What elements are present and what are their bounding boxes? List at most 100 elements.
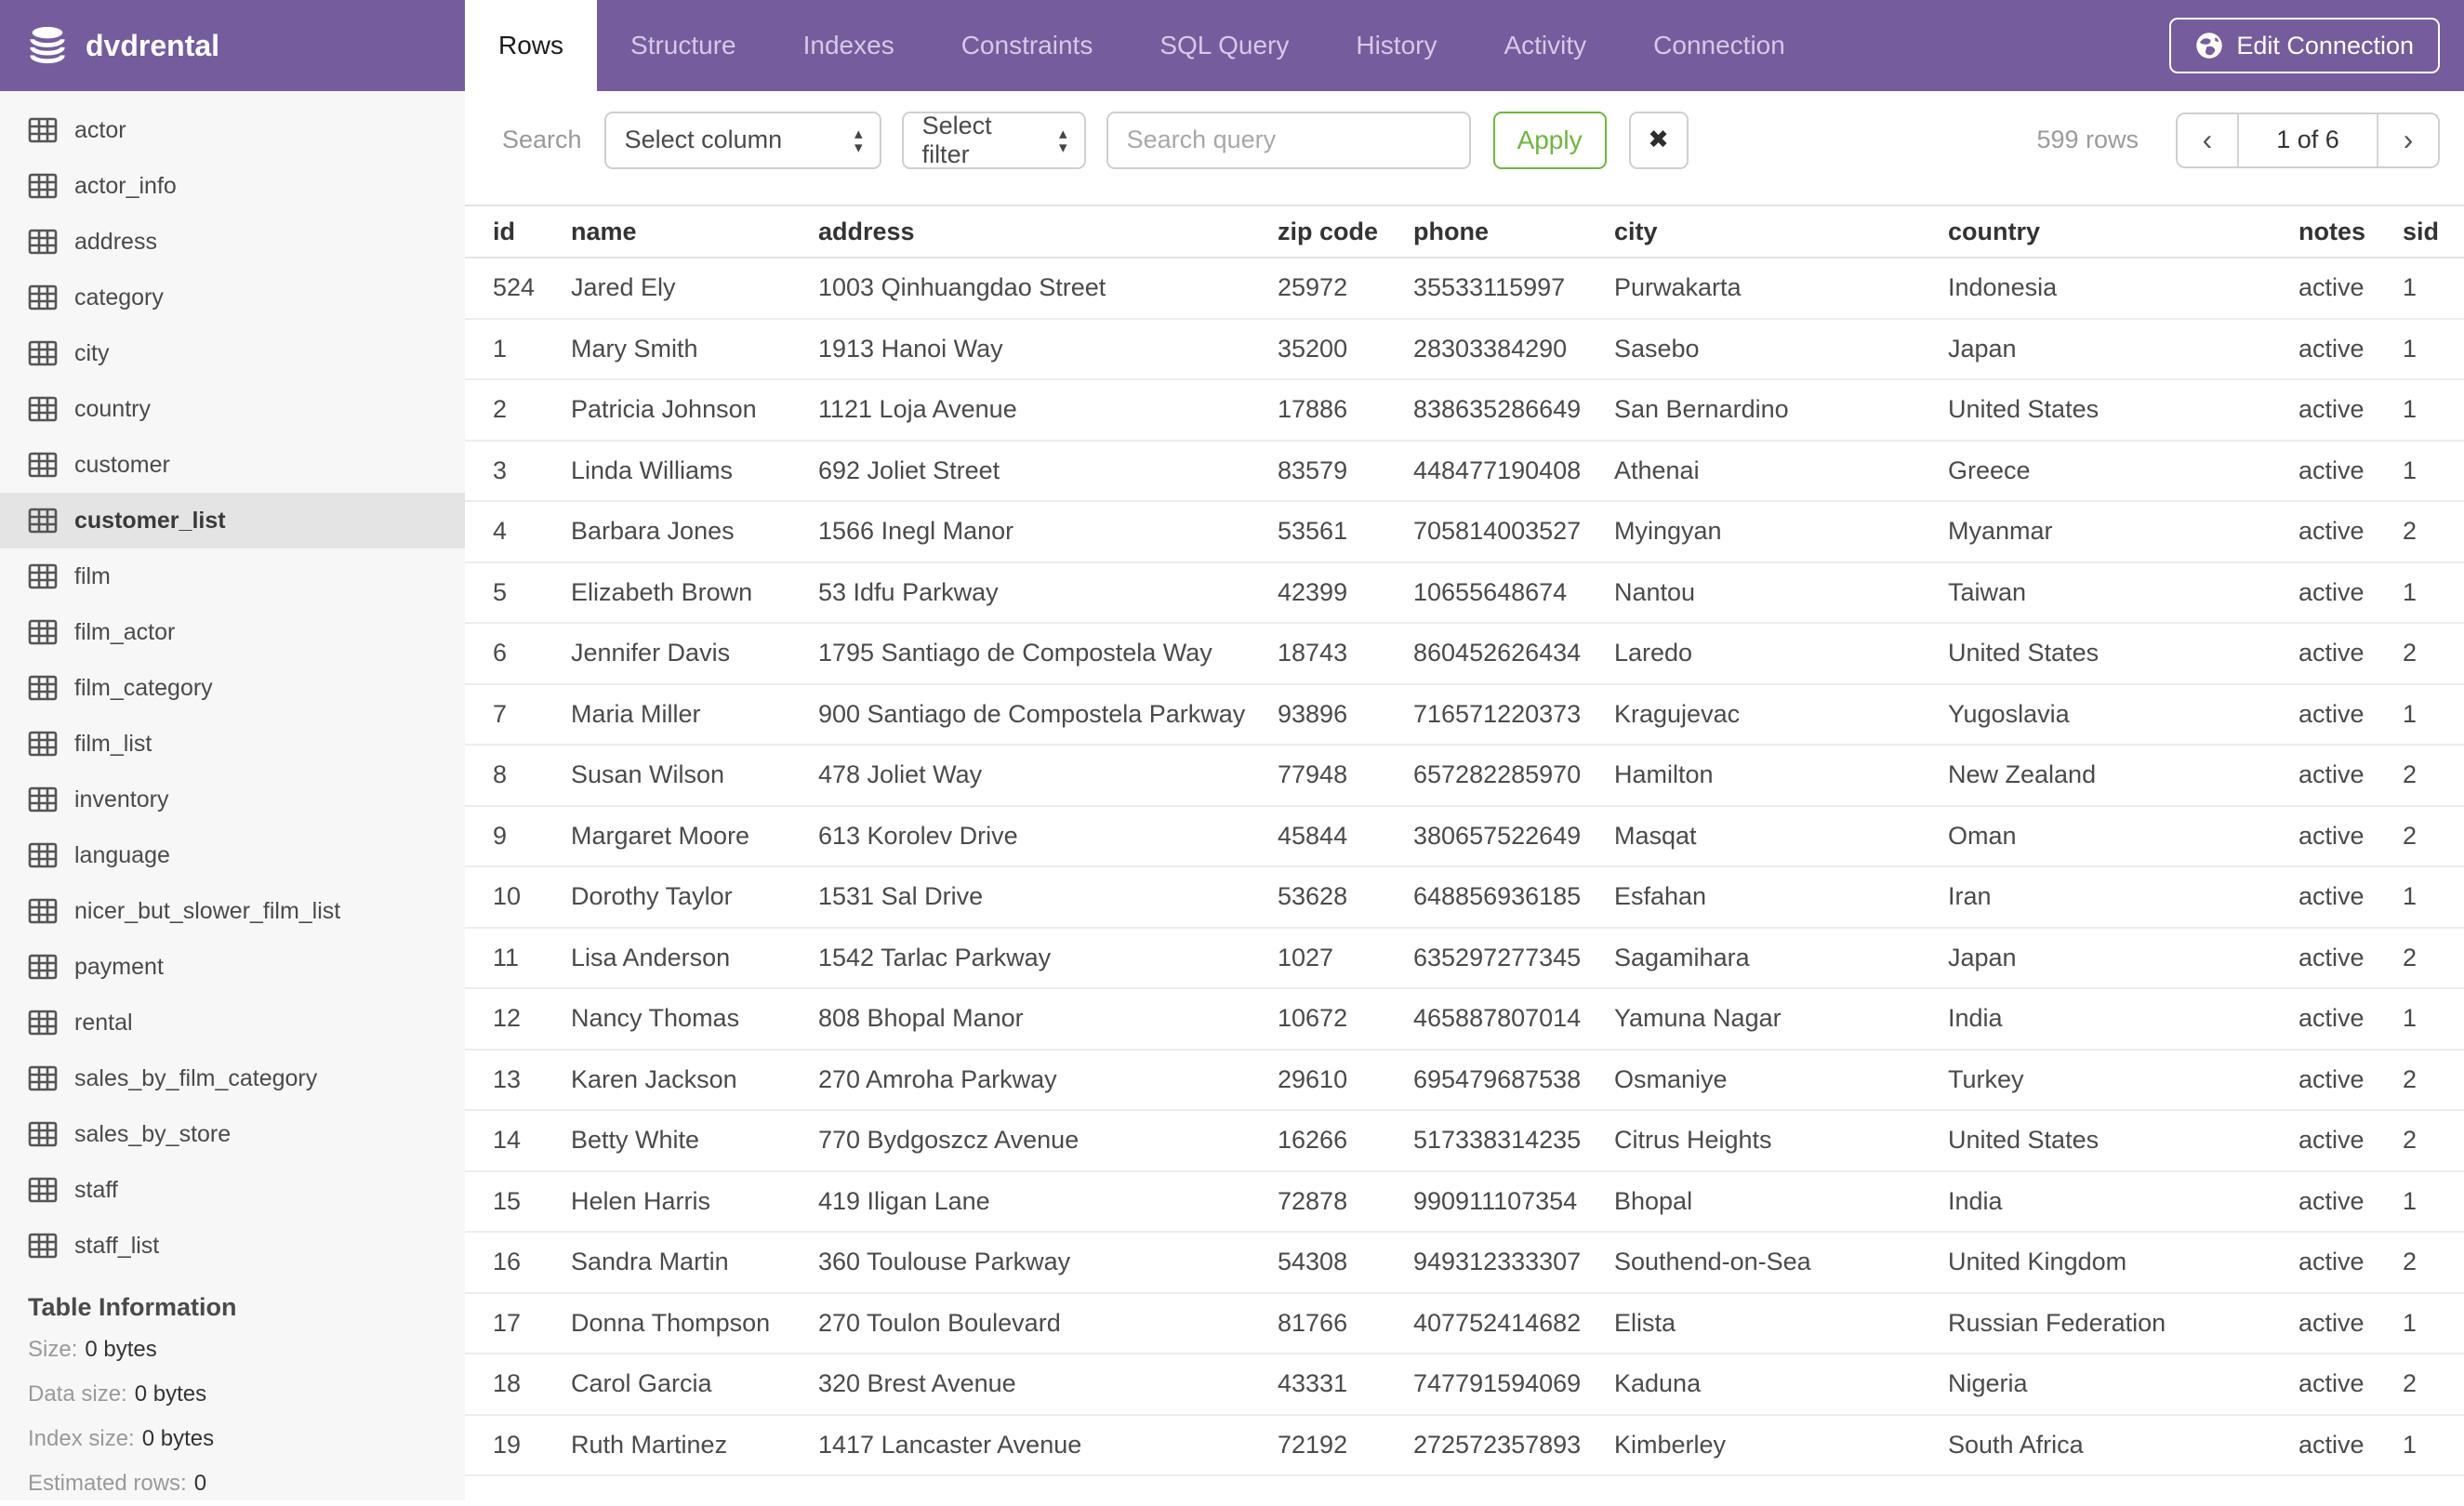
tab-history[interactable]: History	[1322, 0, 1470, 91]
table-row[interactable]: 1 Mary Smith 1913 Hanoi Way 35200 2830338429…	[465, 318, 2464, 380]
sidebar-item-label: film_actor	[74, 618, 176, 645]
table-row[interactable]: 11 Lisa Anderson 1542 Tarlac Parkway 1027 63…	[465, 927, 2464, 989]
table-row[interactable]: 19 Ruth Martinez 1417 Lancaster Avenue 7219…	[465, 1414, 2464, 1476]
table-row[interactable]: 12 Nancy Thomas 808 Bhopal Manor 10672 46588…	[465, 988, 2464, 1050]
sidebar-item-inventory[interactable]: inventory	[0, 772, 465, 827]
filter-select[interactable]: Select filter ▴ ▾	[901, 111, 1086, 169]
table-row[interactable]: 3 Linda Williams 692 Joliet Street 83579 448…	[465, 440, 2464, 502]
table-grid-icon	[28, 340, 58, 366]
sidebar-item-staff_list[interactable]: staff_list	[0, 1218, 465, 1274]
sidebar-item-label: film_list	[74, 730, 152, 757]
cell-country: Taiwan	[1948, 561, 2298, 624]
cell-name: Elizabeth Brown	[571, 561, 818, 624]
cell-sid: 2	[2403, 1110, 2464, 1172]
sidebar-item-customer[interactable]: customer	[0, 437, 465, 493]
tab-connection[interactable]: Connection	[1620, 0, 1819, 91]
cell-address: 419 Iligan Lane	[818, 1170, 1278, 1233]
tab-constraints[interactable]: Constraints	[928, 0, 1127, 91]
column-header-name[interactable]: name	[571, 205, 818, 258]
column-header-zip_code[interactable]: zip code	[1278, 205, 1413, 258]
sidebar-item-film_list[interactable]: film_list	[0, 716, 465, 772]
logo-block: dvdrental	[0, 0, 465, 91]
table-row[interactable]: 14 Betty White 770 Bydgoszcz Avenue 16266 51…	[465, 1110, 2464, 1172]
table-row[interactable]: 4 Barbara Jones 1566 Inegl Manor 53561 70581…	[465, 501, 2464, 563]
sidebar-item-label: staff	[74, 1176, 118, 1203]
cell-sid: 1	[2403, 318, 2464, 380]
sidebar-item-language[interactable]: language	[0, 827, 465, 883]
cell-sid: 1	[2403, 988, 2464, 1050]
table-row[interactable]: 16 Sandra Martin 360 Toulouse Parkway 54308…	[465, 1232, 2464, 1294]
tab-sql-query[interactable]: SQL Query	[1126, 0, 1322, 91]
sidebar-item-label: rental	[74, 1009, 133, 1036]
table-row[interactable]: 10 Dorothy Taylor 1531 Sal Drive 53628 64885…	[465, 866, 2464, 929]
next-page-button[interactable]: ›	[2378, 113, 2438, 166]
clear-search-button[interactable]: ✖	[1628, 111, 1689, 169]
table-row[interactable]: 2 Patricia Johnson 1121 Loja Avenue 17886 83…	[465, 379, 2464, 442]
sidebar-item-actor[interactable]: actor	[0, 102, 465, 158]
sidebar-item-staff[interactable]: staff	[0, 1162, 465, 1218]
sidebar-item-film_actor[interactable]: film_actor	[0, 604, 465, 660]
cell-notes: active	[2298, 1354, 2403, 1416]
tab-rows[interactable]: Rows	[465, 0, 598, 91]
sidebar-item-city[interactable]: city	[0, 325, 465, 381]
column-header-notes[interactable]: notes	[2298, 205, 2403, 258]
search-query-input[interactable]	[1106, 111, 1471, 169]
sidebar-item-actor_info[interactable]: actor_info	[0, 158, 465, 214]
table-row[interactable]: 17 Donna Thompson 270 Toulon Boulevard 8176…	[465, 1292, 2464, 1354]
sidebar-item-nicer_but_slower_film_list[interactable]: nicer_but_slower_film_list	[0, 883, 465, 939]
tab-indexes[interactable]: Indexes	[770, 0, 928, 91]
sidebar-item-address[interactable]: address	[0, 214, 465, 270]
cell-country: United States	[1948, 379, 2298, 442]
tab-activity[interactable]: Activity	[1470, 0, 1620, 91]
column-header-phone[interactable]: phone	[1413, 205, 1614, 258]
prev-page-button[interactable]: ‹	[2178, 113, 2237, 166]
cell-phone: 465887807014	[1413, 988, 1614, 1050]
edit-connection-button[interactable]: Edit Connection	[2169, 18, 2440, 73]
cell-sid: 2	[2403, 1354, 2464, 1416]
tab-structure[interactable]: Structure	[597, 0, 770, 91]
table-row[interactable]: 5 Elizabeth Brown 53 Idfu Parkway 42399 1065…	[465, 561, 2464, 624]
cell-zip_code: 72192	[1278, 1414, 1413, 1476]
cell-city: San Bernardino	[1614, 379, 1948, 442]
table-row[interactable]: 7 Maria Miller 900 Santiago de Compostela …	[465, 683, 2464, 746]
cell-sid: 2	[2403, 623, 2464, 685]
cell-address: 770 Bydgoszcz Avenue	[818, 1110, 1278, 1172]
table-row[interactable]: 18 Carol Garcia 320 Brest Avenue 43331 74779…	[465, 1354, 2464, 1416]
column-header-city[interactable]: city	[1614, 205, 1948, 258]
sidebar-item-rental[interactable]: rental	[0, 995, 465, 1050]
table-row[interactable]: 524 Jared Ely 1003 Qinhuangdao Street 25972…	[465, 258, 2464, 320]
column-header-sid[interactable]: sid	[2403, 205, 2464, 258]
sidebar-item-category[interactable]: category	[0, 270, 465, 325]
cell-country: United States	[1948, 1110, 2298, 1172]
sidebar-item-customer_list[interactable]: customer_list	[0, 493, 465, 548]
table-row[interactable]: 8 Susan Wilson 478 Joliet Way 77948 65728228…	[465, 745, 2464, 807]
sidebar-item-label: payment	[74, 953, 164, 980]
column-header-id[interactable]: id	[465, 205, 571, 258]
sidebar-item-country[interactable]: country	[0, 381, 465, 437]
table-row[interactable]: 6 Jennifer Davis 1795 Santiago de Composte…	[465, 623, 2464, 685]
table-row[interactable]: 9 Margaret Moore 613 Korolev Drive 45844 380…	[465, 805, 2464, 867]
select-arrows-icon: ▴ ▾	[1059, 124, 1067, 156]
table-row[interactable]: 15 Helen Harris 419 Iligan Lane 72878 990911…	[465, 1170, 2464, 1233]
cell-address: 1542 Tarlac Parkway	[818, 927, 1278, 989]
cell-phone: 10655648674	[1413, 561, 1614, 624]
cell-zip_code: 18743	[1278, 623, 1413, 685]
cell-address: 1913 Hanoi Way	[818, 318, 1278, 380]
column-header-address[interactable]: address	[818, 205, 1278, 258]
sidebar-item-sales_by_store[interactable]: sales_by_store	[0, 1106, 465, 1162]
cell-id: 5	[465, 561, 571, 624]
cell-country: Greece	[1948, 440, 2298, 502]
sidebar-item-sales_by_film_category[interactable]: sales_by_film_category	[0, 1050, 465, 1106]
sidebar-item-film[interactable]: film	[0, 548, 465, 604]
cell-sid: 2	[2403, 1232, 2464, 1294]
apply-button[interactable]: Apply	[1492, 111, 1607, 169]
table-row[interactable]: 13 Karen Jackson 270 Amroha Parkway 29610 69…	[465, 1049, 2464, 1111]
table-information-heading: Table Information	[28, 1292, 237, 1321]
column-header-country[interactable]: country	[1948, 205, 2298, 258]
cell-city: Purwakarta	[1614, 258, 1948, 320]
cell-notes: active	[2298, 440, 2403, 502]
column-select[interactable]: Select column ▴ ▾	[603, 111, 881, 169]
sidebar-item-payment[interactable]: payment	[0, 939, 465, 995]
sidebar-item-film_category[interactable]: film_category	[0, 660, 465, 716]
cell-id: 7	[465, 683, 571, 746]
